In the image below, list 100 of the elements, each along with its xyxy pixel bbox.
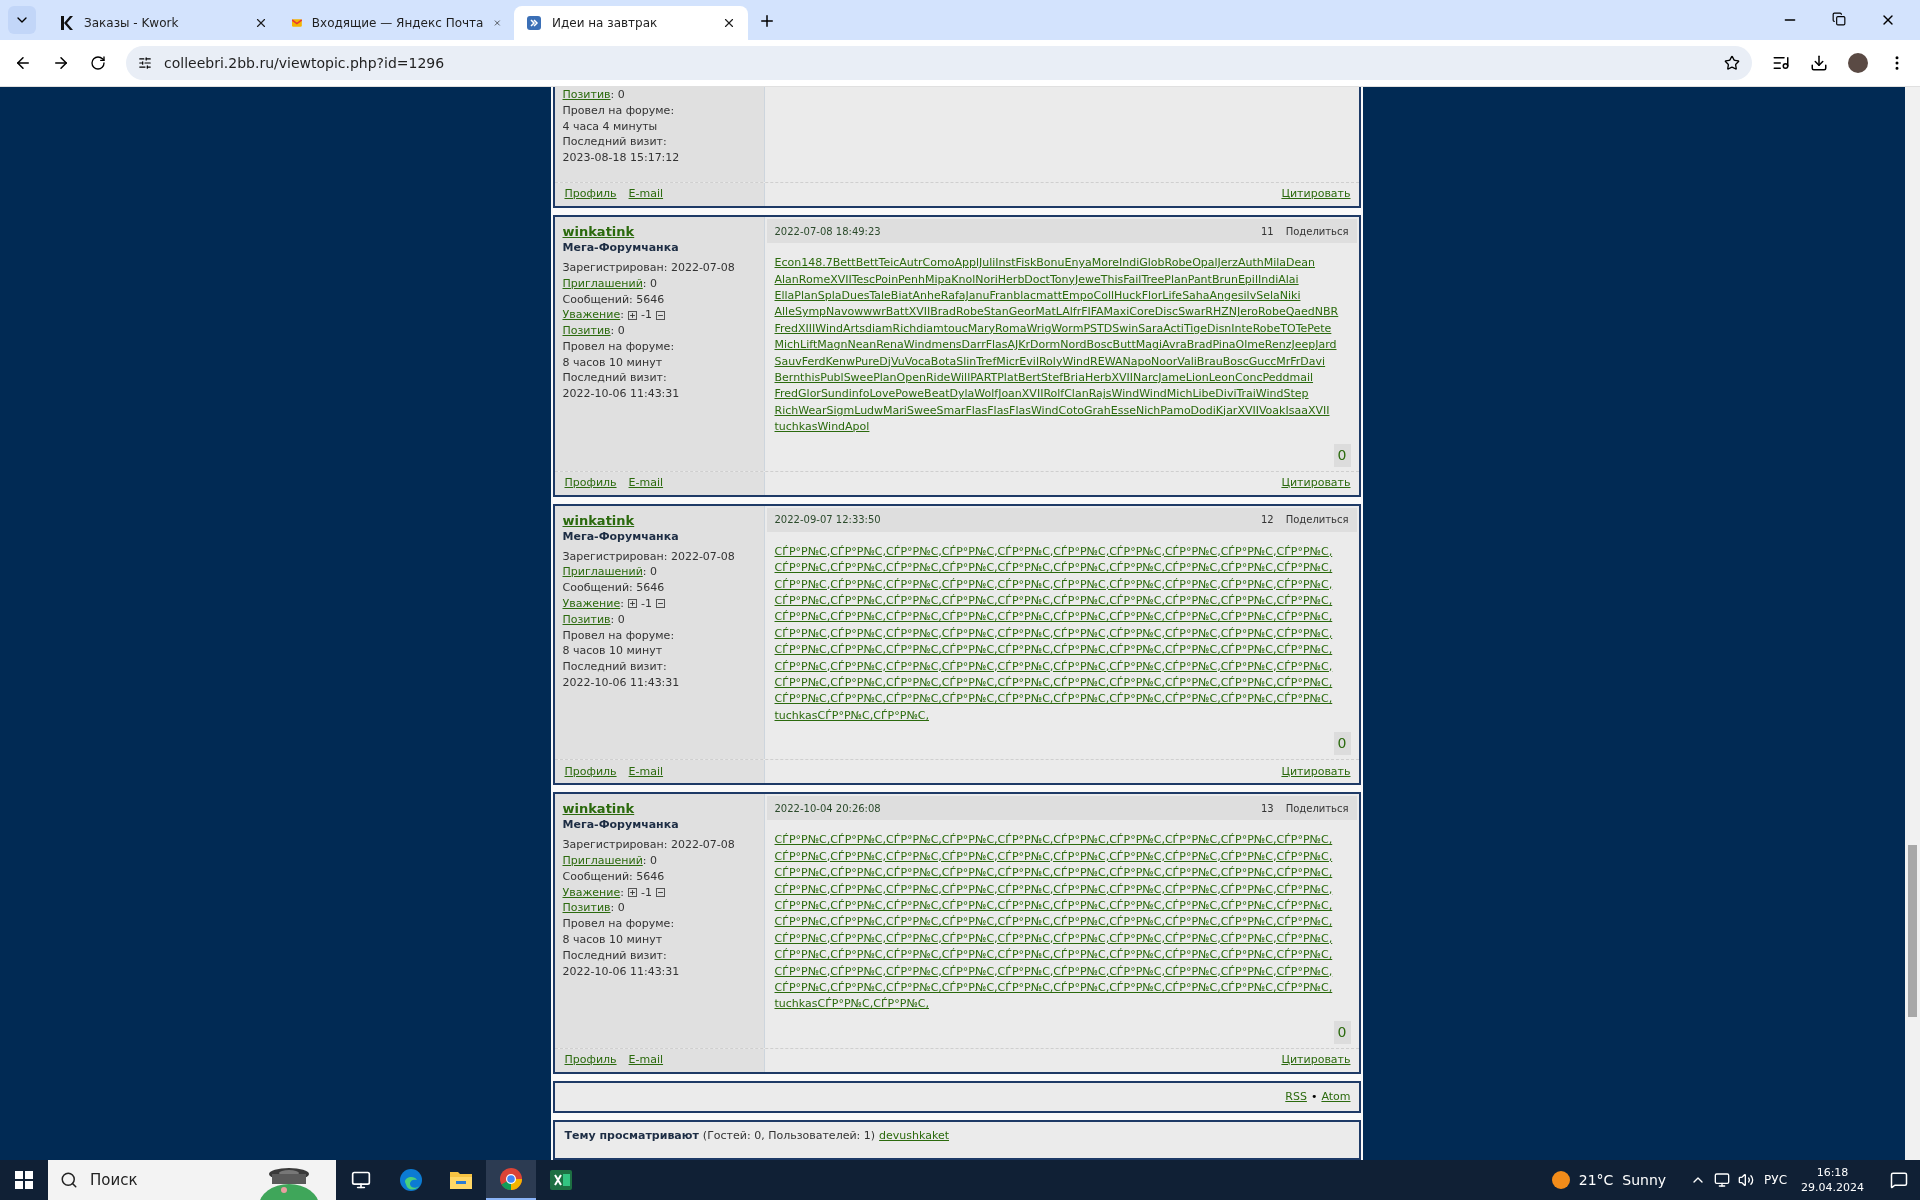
post-date: 2022-07-08 18:49:23 [774,224,881,239]
spam-link[interactable]: СЃР°Р№С‚СЃР°Р№С‚СЃР°Р№С‚СЃР°Р№С‚СЃР°Р№С‚СЃР°Р№С‚СЃР°Р№С‚СЃР°Р№С‚СЃР°Р№С‚СЃР°Р№С‚ [774,643,1333,657]
quote-link[interactable]: Цитировать [1281,1052,1351,1069]
profile-link[interactable]: Позитив [562,611,611,628]
profile-info: Последний визит: [562,370,668,387]
profile-footer-link[interactable]: Профиль [564,186,617,203]
spam-link[interactable]: СЃР°Р№С‚СЃР°Р№С‚СЃР°Р№С‚СЃР°Р№С‚СЃР°Р№С‚СЃР°Р№С‚СЃР°Р№С‚СЃР°Р№С‚СЃР°Р№С‚СЃР°Р№С‚ [774,981,1333,994]
atom-link[interactable]: Atom [1321,1088,1351,1106]
browser-tab[interactable]: Входящие — Яндекс Почта [280,6,514,40]
spam-link[interactable]: СЃР°Р№С‚СЃР°Р№С‚СЃР°Р№С‚СЃР°Р№С‚СЃР°Р№С‚СЃР°Р№С‚СЃР°Р№С‚СЃР°Р№С‚СЃР°Р№С‚СЃР°Р№С‚ [774,610,1333,624]
spam-link[interactable]: СЃР°Р№С‚СЃР°Р№С‚СЃР°Р№С‚СЃР°Р№С‚СЃР°Р№С‚СЃР°Р№С‚СЃР°Р№С‚СЃР°Р№С‚СЃР°Р№С‚СЃР°Р№С‚ [774,898,1333,912]
profile-link[interactable]: Приглашений [562,564,643,581]
profile-value: : 0 [642,852,657,869]
profile-info: 4 часа 4 минуты [562,118,659,135]
rating-badge: 0 [1333,1020,1351,1044]
profile-value: : [620,595,624,612]
spam-link[interactable]: СЃР°Р№С‚СЃР°Р№С‚СЃР°Р№С‚СЃР°Р№С‚СЃР°Р№С‚СЃР°Р№С‚СЃР°Р№С‚СЃР°Р№С‚СЃР°Р№С‚СЃР°Р№С‚ [774,593,1333,607]
spam-link[interactable]: MichLiftMagnNeanRenaWindmensDarrFlasAJKrDormNordBoscButtMagiAvraBradPinaOlmeRenzJeepJard [774,338,1337,352]
spam-link[interactable]: FredXIIIWindArtsdiamRichdiamtoucMaryRomaWrigWormPSTDSwinSaraActiTigeDisnInteRobeTOTePete [774,321,1332,335]
spam-link[interactable]: AlanRomeXVIITescPoinPenhMipaKnolNoriHerbDoctTonyJeweThisFailTreePlanPantBrunEpilIndiAlai [774,272,1299,286]
rating-badge: 0 [1333,732,1351,756]
spam-link[interactable]: СЃР°Р№С‚СЃР°Р№С‚СЃР°Р№С‚СЃР°Р№С‚СЃР°Р№С‚СЃР°Р№С‚СЃР°Р№С‚СЃР°Р№С‚СЃР°Р№С‚СЃР°Р№С‚ [774,692,1333,706]
spam-link[interactable]: СЃР°Р№С‚СЃР°Р№С‚СЃР°Р№С‚СЃР°Р№С‚СЃР°Р№С‚СЃР°Р№С‚СЃР°Р№С‚СЃР°Р№С‚СЃР°Р№С‚СЃР°Р№С‚ [774,577,1333,591]
url-text: colleebri.2bb.ru/viewtopic.php?id=1296 [164,53,446,73]
separator-dot: • [1310,1088,1318,1105]
spam-link[interactable]: tuchkasWindApol [774,420,870,434]
spam-link[interactable]: СЃР°Р№С‚СЃР°Р№С‚СЃР°Р№С‚СЃР°Р№С‚СЃР°Р№С‚СЃР°Р№С‚СЃР°Р№С‚СЃР°Р№С‚СЃР°Р№С‚СЃР°Р№С‚ [774,659,1333,673]
share-link[interactable]: Поделиться [1285,800,1349,816]
spam-link[interactable]: BernthisPublSweePlanOpenRideWillPARTPlatBertStefBriaHerbXVIINarcJameLionLeonConcPeddmail [774,370,1314,384]
quote-link[interactable]: Цитировать [1281,186,1351,203]
viewers-label: Тему просматривают [564,1128,699,1145]
profile-value: : 0 [610,323,625,339]
profile-value: : 0 [610,611,625,628]
profile-footer-link[interactable]: E-mail [628,763,664,781]
post-number: 13 [1260,801,1274,816]
profile-footer-link[interactable]: E-mail [628,1052,664,1069]
spam-link[interactable]: СЃР°Р№С‚СЃР°Р№С‚СЃР°Р№С‚СЃР°Р№С‚СЃР°Р№С‚СЃР°Р№С‚СЃР°Р№С‚СЃР°Р№С‚СЃР°Р№С‚СЃР°Р№С‚ [774,964,1333,978]
author-name[interactable]: winkatink [562,511,756,529]
post-number: 11 [1260,224,1274,239]
spam-link[interactable]: СЃР°Р№С‚СЃР°Р№С‚СЃР°Р№С‚СЃР°Р№С‚СЃР°Р№С‚СЃР°Р№С‚СЃР°Р№С‚СЃР°Р№С‚СЃР°Р№С‚СЃР°Р№С‚ [774,626,1333,640]
post-date: 2022-10-04 20:26:08 [774,801,881,816]
spam-link[interactable]: СЃР°Р№С‚СЃР°Р№С‚СЃР°Р№С‚СЃР°Р№С‚СЃР°Р№С‚СЃР°Р№С‚СЃР°Р№С‚СЃР°Р№С‚СЃР°Р№С‚СЃР°Р№С‚ [774,866,1333,880]
profile-link[interactable]: Позитив [562,87,611,103]
profile-footer-link[interactable]: Профиль [564,763,617,781]
spam-link[interactable]: tuchkasСЃР°Р№С‚СЃР°Р№С‚ [774,997,929,1011]
profile-info: Зарегистрирован: 2022-07-08 [562,548,736,565]
reputation-value: -1 [640,884,652,901]
profile-info: Сообщений: 5646 [562,580,666,596]
spam-link[interactable]: СЃР°Р№С‚СЃР°Р№С‚СЃР°Р№С‚СЃР°Р№С‚СЃР°Р№С‚СЃР°Р№С‚СЃР°Р№С‚СЃР°Р№С‚СЃР°Р№С‚СЃР°Р№С‚ [774,931,1333,945]
profile-footer-link[interactable]: E-mail [628,186,664,203]
quote-link[interactable]: Цитировать [1281,763,1351,781]
profile-info: 2022-10-06 11:43:31 [562,963,681,980]
spam-link[interactable]: СЃР°Р№С‚СЃР°Р№С‚СЃР°Р№С‚СЃР°Р№С‚СЃР°Р№С‚СЃР°Р№С‚СЃР°Р№С‚СЃР°Р№С‚СЃР°Р№С‚СЃР°Р№С‚ [774,675,1333,689]
address-bar[interactable]: colleebri.2bb.ru/viewtopic.php?id=1296 [126,46,1752,80]
spam-link[interactable]: СЃР°Р№С‚СЃР°Р№С‚СЃР°Р№С‚СЃР°Р№С‚СЃР°Р№С‚СЃР°Р№С‚СЃР°Р№С‚СЃР°Р№С‚СЃР°Р№С‚СЃР°Р№С‚ [774,849,1333,863]
profile-info: Сообщений: 5646 [562,291,666,308]
spam-link[interactable]: EllaPlanSplaDuesTaleBiatAnheRafaJanuFranblacmattEmpoCollHuckFlorLifeSahaAngesilvSelaNiki [774,288,1301,302]
author-name[interactable]: winkatink [562,223,756,241]
reputation-value: -1 [640,595,652,612]
profile-link[interactable]: Позитив [562,900,611,917]
clock-date: 29.04.2024 [1801,1180,1864,1195]
profile-link[interactable]: Позитив [562,323,611,339]
profile-info: Последний визит: [562,947,668,964]
spam-link[interactable]: RichWearSigmLudwMariSweeSmarFlasFlasFlasWindCotoGrahEsseNichPamoDodiKjarXVIIVoakIsaaXVII [774,403,1330,417]
profile-info: Сообщений: 5646 [562,868,666,885]
spam-link[interactable]: СЃР°Р№С‚СЃР°Р№С‚СЃР°Р№С‚СЃР°Р№С‚СЃР°Р№С‚СЃР°Р№С‚СЃР°Р№С‚СЃР°Р№С‚СЃР°Р№С‚СЃР°Р№С‚ [774,915,1333,929]
post-number: 12 [1260,513,1274,528]
profile-link[interactable]: Приглашений [562,852,643,869]
spam-link[interactable]: СЃР°Р№С‚СЃР°Р№С‚СЃР°Р№С‚СЃР°Р№С‚СЃР°Р№С‚СЃР°Р№С‚СЃР°Р№С‚СЃР°Р№С‚СЃР°Р№С‚СЃР°Р№С‚ [774,561,1333,575]
profile-link[interactable]: Приглашений [562,275,643,292]
tab-title: Входящие — Яндекс Почта [311,15,484,32]
profile-footer-link[interactable]: Профиль [564,1052,617,1069]
rating-badge: 0 [1333,443,1351,467]
spam-link[interactable]: СЃР°Р№С‚СЃР°Р№С‚СЃР°Р№С‚СЃР°Р№С‚СЃР°Р№С‚СЃР°Р№С‚СЃР°Р№С‚СЃР°Р№С‚СЃР°Р№С‚СЃР°Р№С‚ [774,882,1333,896]
profile-footer-link[interactable]: E-mail [628,474,664,492]
author-role: Мега-Форумчанка [562,528,680,545]
share-link[interactable]: Поделиться [1285,223,1349,239]
profile-value: : [620,884,624,901]
profile-value: : 0 [610,900,625,917]
post-date: 2022-09-07 12:33:50 [774,513,881,528]
spam-link[interactable]: SauvFerdKenwPureDjVuVocaBotaSlinTrefMicrEvilRolyWindREWANapoNoorValiBrauBoscGuccMrFrDavi [774,354,1326,368]
quote-link[interactable]: Цитировать [1281,474,1351,492]
spam-link[interactable]: tuchkasСЃР°Р№С‚СЃР°Р№С‚ [774,708,929,722]
clock-time: 16:18 [1816,1165,1849,1180]
browser-tab[interactable]: Заказы - Kwork [46,6,280,40]
profile-info: 8 часов 10 минут [562,931,664,948]
author-name[interactable]: winkatink [562,800,756,818]
user-link[interactable]: devushkaket [879,1128,949,1145]
spam-link[interactable]: СЃР°Р№С‚СЃР°Р№С‚СЃР°Р№С‚СЃР°Р№С‚СЃР°Р№С‚СЃР°Р№С‚СЃР°Р№С‚СЃР°Р№С‚СЃР°Р№С‚СЃР°Р№С‚ [774,948,1333,962]
spam-link[interactable]: FredGlorSundinfoLovePoweBeatDylaWolfJoanXVIIRolfClanRajsWindWindMichLibeDiviTraiWindStep [774,387,1309,401]
spam-link[interactable]: AlleSympNavowwwrBattXVIIBradRobeStanGeorMatLAlfrFIFAMaxiCoreDiscSwarRHZNJeroRobeQaedNBR [774,305,1339,319]
share-link[interactable]: Поделиться [1285,512,1349,528]
spam-link[interactable]: СЃР°Р№С‚СЃР°Р№С‚СЃР°Р№С‚СЃР°Р№С‚СЃР°Р№С‚СЃР°Р№С‚СЃР°Р№С‚СЃР°Р№С‚СЃР°Р№С‚СЃР°Р№С‚ [774,833,1333,847]
spam-link[interactable]: Econ148.7BettBettTeicAutrComoApplJuliInstFiskBonuEnyaMoreIndiGlobRobeOpalJerzAuthMilaDean [774,256,1315,270]
browser-tab[interactable]: Идеи на завтрак [514,6,748,40]
rss-link[interactable]: RSS [1285,1088,1307,1106]
language-indicator[interactable]: РУС [1764,1171,1787,1189]
taskbar-search-field[interactable]: Поиск [48,1160,336,1200]
spam-link[interactable]: СЃР°Р№С‚СЃР°Р№С‚СЃР°Р№С‚СЃР°Р№С‚СЃР°Р№С‚СЃР°Р№С‚СЃР°Р№С‚СЃР°Р№С‚СЃР°Р№С‚СЃР°Р№С‚ [774,544,1333,558]
profile-footer-link[interactable]: Профиль [564,474,617,492]
